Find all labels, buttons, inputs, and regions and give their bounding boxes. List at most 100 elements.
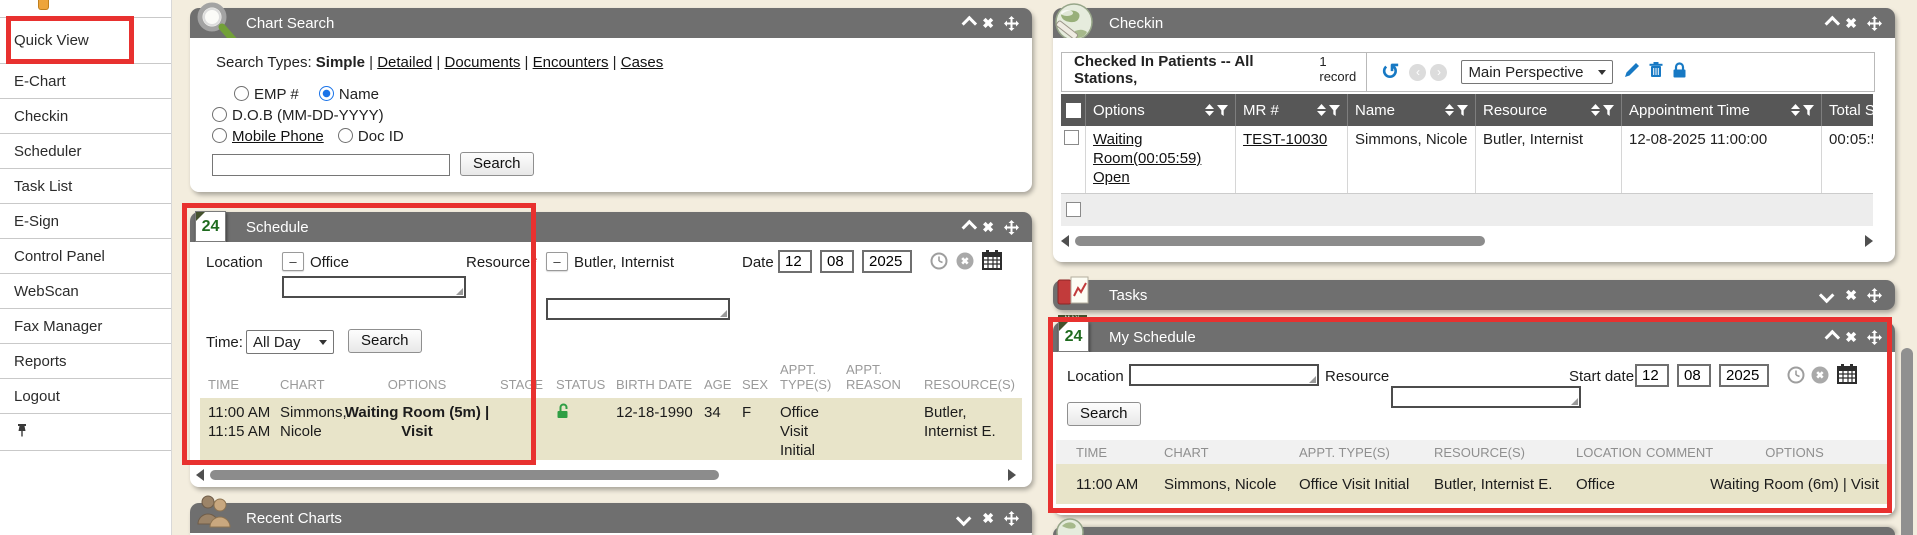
- location-collapse-button[interactable]: –: [282, 252, 304, 271]
- resource-input[interactable]: [1391, 386, 1581, 408]
- search-type-documents[interactable]: Documents: [445, 54, 521, 71]
- expand-icon[interactable]: [1819, 287, 1835, 303]
- start-date-day-input[interactable]: [1677, 364, 1711, 387]
- cell-chart[interactable]: Simmons, Nicole: [1156, 476, 1291, 493]
- sidebar-item-webscan[interactable]: WebScan: [0, 274, 171, 309]
- sidebar-item-e-chart[interactable]: E-Chart: [0, 64, 171, 99]
- refresh-icon[interactable]: ↺: [1381, 61, 1399, 83]
- scroll-thumb[interactable]: [210, 470, 719, 480]
- scroll-right-icon[interactable]: [1865, 235, 1873, 247]
- my-schedule-search-button[interactable]: Search: [1067, 402, 1141, 426]
- mr-number-link[interactable]: TEST-10030: [1243, 131, 1327, 148]
- date-year-input[interactable]: [862, 250, 912, 273]
- prev-page-icon[interactable]: ‹: [1409, 64, 1426, 81]
- move-icon[interactable]: [1867, 330, 1882, 345]
- mobile-phone-radio-label[interactable]: Mobile Phone: [232, 128, 324, 145]
- edit-icon[interactable]: [1625, 62, 1640, 82]
- checked-in-patient-row[interactable]: Waiting Room(00:05:59)Open TEST-10030 Si…: [1061, 126, 1873, 194]
- sidebar-pin-toggle[interactable]: [0, 414, 171, 451]
- date-day-input[interactable]: [820, 250, 854, 273]
- move-icon[interactable]: [1867, 16, 1882, 31]
- search-type-encounters[interactable]: Encounters: [533, 54, 609, 71]
- select-all-checkbox[interactable]: [1066, 103, 1081, 118]
- close-icon[interactable]: ✖: [1845, 288, 1857, 302]
- chart-search-button[interactable]: Search: [460, 152, 534, 176]
- start-date-month-input[interactable]: [1635, 364, 1669, 387]
- resource-input[interactable]: [546, 298, 730, 320]
- row-checkbox[interactable]: [1064, 130, 1079, 145]
- cell-options[interactable]: Waiting Room (6m) | Visit: [1698, 476, 1883, 493]
- cell-status[interactable]: [548, 398, 608, 460]
- page-vscrollbar-thumb[interactable]: [1901, 348, 1913, 535]
- col-header-total-stay[interactable]: Total Sta: [1821, 94, 1873, 126]
- clock-icon[interactable]: [1787, 366, 1805, 389]
- collapse-icon[interactable]: [962, 219, 978, 235]
- col-header-name[interactable]: Name: [1347, 94, 1475, 126]
- schedule-search-button[interactable]: Search: [348, 329, 422, 353]
- location-input[interactable]: [282, 276, 466, 298]
- waiting-room-link[interactable]: Waiting Room(00:05:59): [1093, 131, 1201, 167]
- collapse-icon[interactable]: [1825, 329, 1841, 345]
- sidebar-item-control-panel[interactable]: Control Panel: [0, 239, 171, 274]
- col-header-resource[interactable]: Resource: [1475, 94, 1621, 126]
- checkin-hscrollbar[interactable]: [1061, 234, 1873, 248]
- scroll-right-icon[interactable]: [1008, 469, 1016, 481]
- calendar-picker-icon[interactable]: [1837, 364, 1857, 389]
- move-icon[interactable]: [1004, 220, 1019, 235]
- move-icon[interactable]: [1867, 288, 1882, 303]
- close-icon[interactable]: ✖: [1845, 330, 1857, 344]
- move-icon[interactable]: [1004, 511, 1019, 526]
- resource-collapse-button[interactable]: –: [546, 252, 568, 271]
- date-month-input[interactable]: [778, 250, 812, 273]
- col-header-mr[interactable]: MR #: [1235, 94, 1347, 126]
- location-input[interactable]: [1129, 364, 1319, 386]
- cell-options[interactable]: Waiting Room (5m) | Visit: [342, 398, 492, 460]
- collapse-icon[interactable]: [1825, 15, 1841, 31]
- next-page-icon[interactable]: ›: [1430, 64, 1447, 81]
- clear-date-icon[interactable]: ✖: [956, 252, 974, 275]
- scroll-track[interactable]: [1073, 235, 1861, 247]
- close-icon[interactable]: ✖: [982, 220, 994, 234]
- open-link[interactable]: Open: [1093, 169, 1130, 186]
- emp-radio[interactable]: [234, 86, 249, 101]
- perspective-select[interactable]: Main Perspective: [1461, 60, 1613, 84]
- close-icon[interactable]: ✖: [982, 16, 994, 30]
- col-header-appointment-time[interactable]: Appointment Time: [1621, 94, 1821, 126]
- doc-id-radio[interactable]: [338, 128, 353, 143]
- mobile-phone-radio[interactable]: [212, 128, 227, 143]
- scroll-track[interactable]: [208, 469, 1004, 481]
- start-date-year-input[interactable]: [1719, 364, 1769, 387]
- dob-radio[interactable]: [212, 107, 227, 122]
- sidebar-item-task-list[interactable]: Task List: [0, 169, 171, 204]
- sidebar-item-e-sign[interactable]: E-Sign: [0, 204, 171, 239]
- sidebar-item-checkin[interactable]: Checkin: [0, 99, 171, 134]
- time-select[interactable]: All Day: [246, 330, 334, 354]
- expand-icon[interactable]: [956, 510, 972, 526]
- appointment-row[interactable]: 11:00 AM 11:15 AM Simmons, Nicole Waitin…: [200, 398, 1022, 460]
- lock-icon[interactable]: [1672, 62, 1687, 83]
- close-icon[interactable]: ✖: [1845, 16, 1857, 30]
- clock-icon[interactable]: [930, 252, 948, 275]
- search-type-cases[interactable]: Cases: [621, 54, 664, 71]
- sidebar-item-logout[interactable]: Logout: [0, 379, 171, 414]
- scroll-left-icon[interactable]: [196, 469, 204, 481]
- sidebar-item-fax-manager[interactable]: Fax Manager: [0, 309, 171, 344]
- search-type-detailed[interactable]: Detailed: [377, 54, 432, 71]
- col-header-options[interactable]: Options: [1085, 94, 1235, 126]
- name-radio[interactable]: [319, 86, 334, 101]
- chart-search-input[interactable]: [212, 154, 450, 176]
- delete-icon[interactable]: [1649, 62, 1663, 82]
- clear-date-icon[interactable]: ✖: [1811, 366, 1829, 389]
- cell-chart[interactable]: Simmons, Nicole: [272, 398, 342, 460]
- move-icon[interactable]: [1004, 16, 1019, 31]
- schedule-hscrollbar[interactable]: [196, 468, 1016, 482]
- my-schedule-appointment-row[interactable]: 11:00 AM Simmons, Nicole Office Visit In…: [1056, 464, 1892, 504]
- sidebar-item-quick-view[interactable]: Quick View: [0, 18, 171, 64]
- collapse-icon[interactable]: [962, 15, 978, 31]
- close-icon[interactable]: ✖: [982, 511, 994, 525]
- calendar-picker-icon[interactable]: [982, 250, 1002, 275]
- sidebar-item-scheduler[interactable]: Scheduler: [0, 134, 171, 169]
- scroll-thumb[interactable]: [1075, 236, 1485, 246]
- search-type-simple[interactable]: Simple: [316, 54, 365, 71]
- row-checkbox[interactable]: [1066, 202, 1081, 217]
